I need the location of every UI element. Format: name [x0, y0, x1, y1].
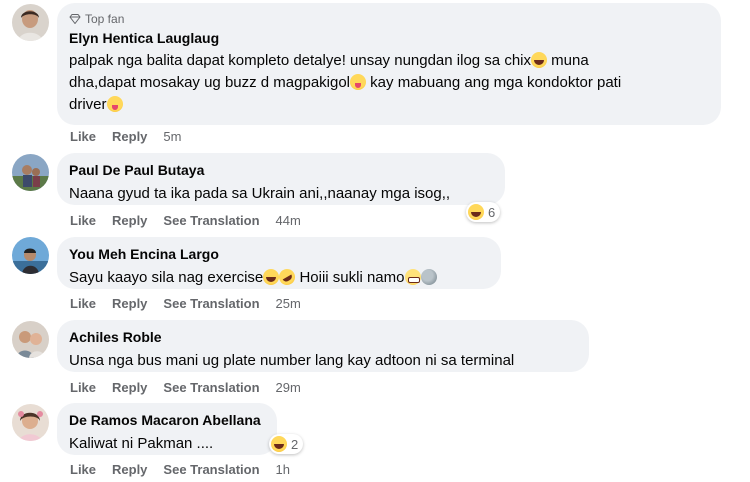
comment-text: palpak nga balita dapat kompleto detalye… — [69, 50, 709, 116]
comment-text-segment: Sayu kaayo sila nag exercise — [69, 269, 264, 286]
reply-button[interactable]: Reply — [112, 462, 147, 477]
like-button[interactable]: Like — [70, 213, 96, 228]
comment-text: Kaliwat ni Pakman .... — [69, 435, 214, 452]
haha-reaction-icon — [271, 436, 287, 452]
comment-text-line: driver — [69, 96, 107, 113]
comment-bubble: Achiles Roble Unsa nga bus mani ug plate… — [57, 320, 589, 372]
comment-bubble: Top fan Elyn Hentica Lauglaug palpak nga… — [57, 3, 721, 125]
comment-actions: Like Reply See Translation 25m — [70, 296, 301, 311]
haha-reaction-icon — [468, 204, 484, 220]
avatar[interactable] — [12, 4, 49, 41]
comment-timestamp[interactable]: 44m — [276, 213, 301, 228]
top-fan-badge: Top fan — [69, 11, 709, 27]
laugh-emoji-icon — [263, 269, 280, 285]
comment-actions: Like Reply See Translation 1h — [70, 462, 290, 477]
like-button[interactable]: Like — [70, 129, 96, 144]
comment-actions: Like Reply See Translation 44m — [70, 213, 301, 228]
tongue-emoji-icon — [350, 74, 367, 90]
comment-bubble: You Meh Encina Largo Sayu kaayo sila nag… — [57, 237, 501, 289]
reply-button[interactable]: Reply — [112, 129, 147, 144]
comment-author[interactable]: You Meh Encina Largo — [69, 245, 489, 263]
comment-text-segment: Hoiii sukli namo — [295, 269, 405, 286]
comment-bubble: De Ramos Macaron Abellana Kaliwat ni Pak… — [57, 403, 277, 455]
reply-button[interactable]: Reply — [112, 213, 147, 228]
comment-author[interactable]: Achiles Roble — [69, 328, 577, 346]
tongue-emoji-icon — [106, 96, 123, 112]
reply-button[interactable]: Reply — [112, 380, 147, 395]
comment-bubble: Paul De Paul Butaya Naana gyud ta ika pa… — [57, 153, 505, 205]
avatar[interactable] — [12, 154, 49, 191]
comment-text: Unsa nga bus mani ug plate number lang k… — [69, 352, 515, 369]
comment-timestamp[interactable]: 1h — [276, 462, 290, 477]
comment-text: Sayu kaayo sila nag exercise Hoiii sukli… — [69, 266, 489, 289]
reaction-count: 2 — [291, 436, 299, 452]
see-translation-link[interactable]: See Translation — [163, 380, 259, 395]
comment-text-line: kay mabuang ang mga kondoktor pati — [366, 74, 622, 91]
avatar[interactable] — [12, 237, 49, 274]
avatar[interactable] — [12, 404, 49, 441]
see-translation-link[interactable]: See Translation — [163, 296, 259, 311]
rock-emoji-icon — [420, 269, 437, 285]
reaction-summary[interactable]: 6 — [466, 202, 501, 222]
badge-label: Top fan — [85, 12, 125, 26]
diamond-icon — [69, 14, 81, 24]
comment-author[interactable]: Paul De Paul Butaya — [69, 161, 493, 179]
laugh-emoji-icon — [531, 52, 547, 68]
like-button[interactable]: Like — [70, 380, 96, 395]
reaction-count: 6 — [488, 204, 496, 220]
avatar[interactable] — [12, 321, 49, 358]
see-translation-link[interactable]: See Translation — [163, 213, 259, 228]
comment-author[interactable]: Elyn Hentica Lauglaug — [69, 29, 709, 47]
comment-text-line: palpak nga balita dapat kompleto detalye… — [69, 52, 531, 69]
comment-timestamp[interactable]: 5m — [163, 129, 181, 144]
comment-timestamp[interactable]: 29m — [276, 380, 301, 395]
reaction-summary[interactable]: 2 — [269, 434, 304, 454]
see-translation-link[interactable]: See Translation — [163, 462, 259, 477]
grimace-emoji-icon — [404, 269, 421, 285]
comment-actions: Like Reply 5m — [70, 129, 181, 144]
like-button[interactable]: Like — [70, 296, 96, 311]
comment-text: Naana gyud ta ika pada sa Ukrain ani,,na… — [69, 185, 451, 202]
comment-timestamp[interactable]: 25m — [276, 296, 301, 311]
comment-text-line: dha,dapat mosakay ug buzz d magpakigol — [69, 74, 351, 91]
like-button[interactable]: Like — [70, 462, 96, 477]
reply-button[interactable]: Reply — [112, 296, 147, 311]
comment-actions: Like Reply See Translation 29m — [70, 380, 301, 395]
comment-author[interactable]: De Ramos Macaron Abellana — [69, 411, 265, 429]
comment-text-line: muna — [547, 52, 589, 69]
